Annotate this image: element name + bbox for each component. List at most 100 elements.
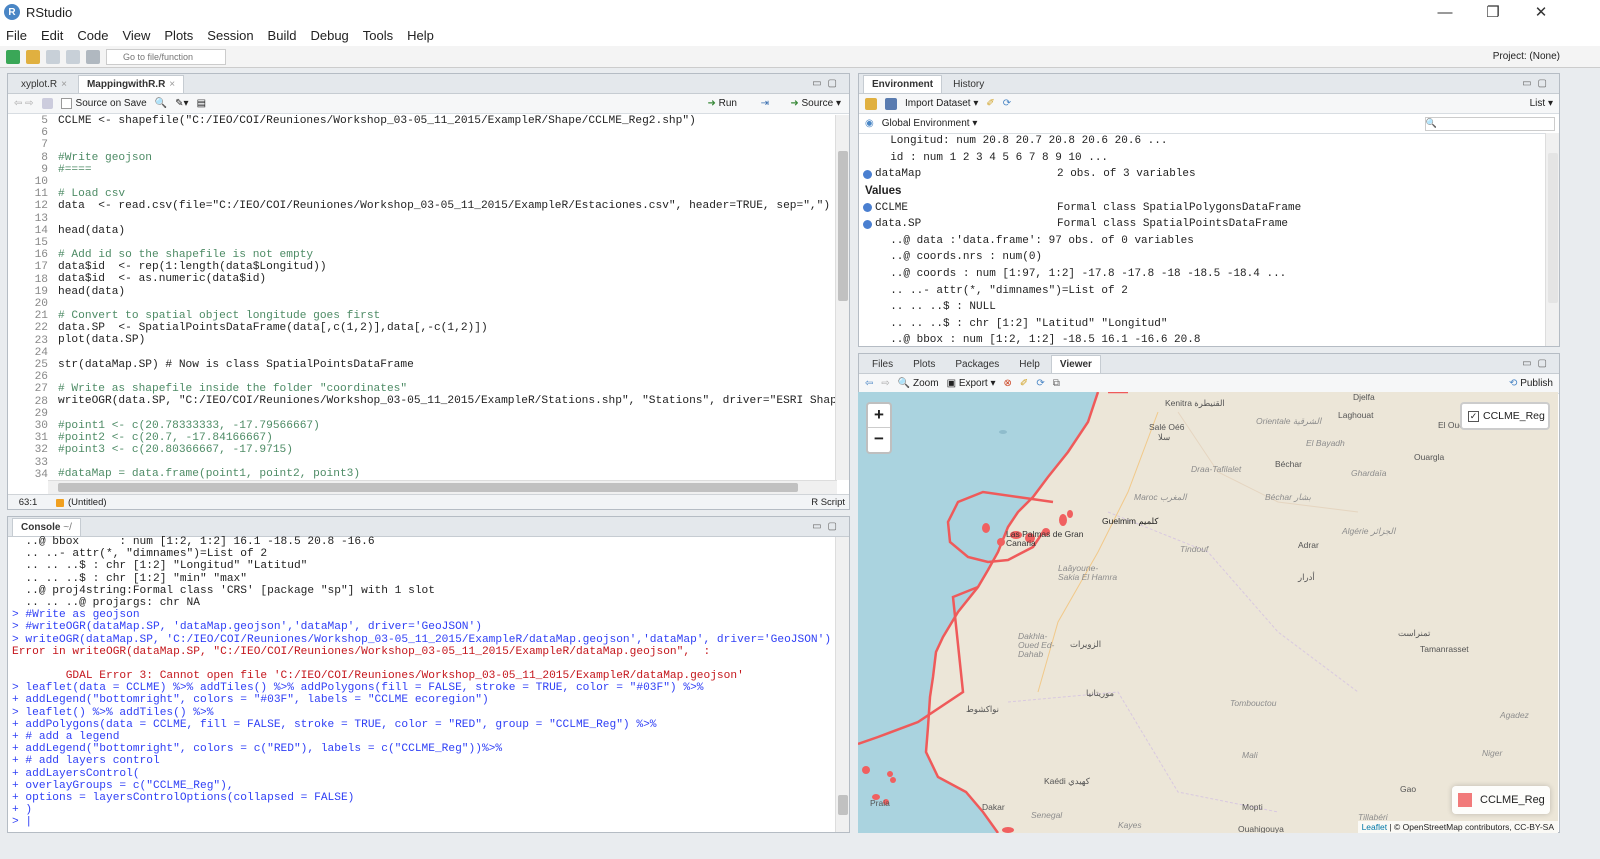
env-variable-row[interactable]: data.SP Formal class SpatialPointsDataFra… [861,216,1545,233]
source-on-save-label: Source on Save [75,98,147,110]
broom-icon[interactable]: ✐ [1020,378,1028,389]
save-icon[interactable] [41,98,53,109]
place-label: Algérie الجزائر [1342,526,1396,536]
code-line: #point1 <- c(20.78333333, -17.79566667) [58,419,320,432]
code-editor[interactable]: 5 6 7 8 9 10 11 12 13 14 15 16 17 18 19 20 21 22 23 24 25 26 2… [8,115,837,480]
source-button[interactable]: ➜ Source ▾ [790,98,841,109]
line-number: 6 [41,127,48,140]
env-variable-row[interactable]: dataMap 2 obs. of 3 variables [861,166,1545,183]
file-type-label[interactable]: R Script [811,497,845,508]
close-tab-icon[interactable]: × [169,79,175,90]
clear-icon[interactable]: ⊗ [1004,378,1012,389]
pane-minmax-icon[interactable]: ▭▢ [1522,78,1553,89]
tab-mappingwithr[interactable]: MappingwithR.R × [77,75,185,93]
menu-help[interactable]: Help [407,28,434,43]
menu-build[interactable]: Build [268,28,297,43]
menu-debug[interactable]: Debug [310,28,348,43]
restore-button[interactable]: ❐ [1470,0,1516,24]
minimize-button[interactable]: — [1422,0,1468,24]
editor-hscrollbar[interactable] [48,480,837,494]
pane-minmax-icon[interactable]: ▭▢ [1522,358,1553,369]
scroll-thumb[interactable] [838,151,848,301]
place-label: Adrar [1298,540,1319,550]
import-dataset-button[interactable]: Import Dataset ▾ [905,98,978,109]
goto-file-input[interactable] [106,48,226,65]
project-menu[interactable]: Project: (None) [1493,51,1560,62]
back-icon[interactable]: ⇦ ⇨ [14,98,34,109]
env-search-input[interactable] [1425,116,1555,131]
rerun-icon[interactable]: ⇥ [761,98,769,109]
publish-button[interactable]: ⟲ Publish [1509,378,1553,389]
save-workspace-icon[interactable] [885,97,897,110]
zoom-button[interactable]: 🔍 Zoom [898,378,939,389]
console-vscrollbar[interactable] [835,537,849,832]
back-arrow-icon[interactable]: ⇦ [865,378,873,389]
publish-label: Publish [1520,378,1553,389]
list-view-button[interactable]: List ▾ [1530,98,1553,109]
scope-select[interactable]: Global Environment ▾ [882,118,978,129]
broom-icon[interactable]: ✐ [986,98,994,109]
menu-file[interactable]: File [6,28,27,43]
import-label: Import Dataset [905,98,971,109]
save-all-icon[interactable] [66,49,80,64]
wand-icon[interactable]: ✎▾ [175,98,188,109]
refresh-icon[interactable]: ⟳ [1036,378,1044,389]
source-on-save-checkbox[interactable]: Source on Save [60,97,147,110]
export-icon: ▣ [946,378,959,389]
layer-checkbox[interactable]: ✓ [1468,410,1479,422]
tab-console[interactable]: Console ~/ [12,518,81,536]
editor-vscrollbar[interactable] [835,115,849,480]
close-tab-icon[interactable]: × [61,79,67,90]
scroll-thumb[interactable] [1548,153,1558,303]
pane-minmax-icon[interactable]: ▭▢ [812,78,843,89]
expand-icon[interactable] [863,219,872,229]
tab-help[interactable]: Help [1010,355,1049,373]
menu-tools[interactable]: Tools [363,28,393,43]
console-line: + addLegend("bottomright", colors = "#03… [12,694,489,707]
expand-icon[interactable] [863,169,872,179]
open-file-icon[interactable] [26,49,40,64]
scope-label[interactable]: (Untitled) [68,497,107,508]
new-file-icon[interactable] [6,49,20,64]
print-icon[interactable] [86,49,100,64]
zoom-out-button[interactable]: − [868,428,890,452]
tab-files[interactable]: Files [863,355,902,373]
menu-view[interactable]: View [122,28,150,43]
outline-icon[interactable]: ▤ [197,98,206,109]
place-label: Gao [1400,784,1417,794]
console-line: .. .. ..$ : chr [1:2] "min" "max" [12,572,247,585]
menu-plots[interactable]: Plots [164,28,193,43]
refresh-icon[interactable]: ⟳ [1003,98,1011,109]
menu-edit[interactable]: Edit [41,28,63,43]
menu-code[interactable]: Code [77,28,108,43]
env-variable-row[interactable]: CCLME Formal class SpatialPolygonsDataFra… [861,199,1545,216]
popout-icon[interactable]: ⧉ [1053,378,1060,389]
menu-session[interactable]: Session [207,28,253,43]
expand-icon[interactable] [863,203,872,213]
tab-xyplot[interactable]: xyplot.R × [12,75,76,93]
place-label: الزويرات [1070,639,1102,649]
search-icon[interactable]: 🔍 [155,98,167,109]
tab-environment[interactable]: Environment [863,75,943,93]
leaflet-link[interactable]: Leaflet [1362,822,1388,832]
save-icon[interactable] [46,49,60,64]
zoom-in-button[interactable]: + [868,404,890,428]
line-number: 19 [34,285,48,298]
hscroll-thumb[interactable] [58,483,798,492]
title-bar: R RStudio — ❐ ✕ [0,0,1600,24]
leaflet-map[interactable]: Kenitra القنيطرة Salé Oé6 سلا Laghouat E… [858,392,1558,833]
env-vscrollbar[interactable] [1545,133,1559,346]
tab-packages[interactable]: Packages [946,355,1008,373]
console-output[interactable]: ..@ bbox : num [1:2, 1:2] 16.1 -18.5 20.… [12,536,834,832]
rstudio-window: R RStudio — ❐ ✕ File Edit Code View Plot… [0,0,1600,859]
load-workspace-icon[interactable] [865,97,877,110]
tab-plots[interactable]: Plots [904,355,944,373]
pane-minmax-icon[interactable]: ▭▢ [812,521,843,532]
close-button[interactable]: ✕ [1518,0,1564,24]
tab-history[interactable]: History [944,75,993,93]
forward-arrow-icon[interactable]: ⇨ [881,378,889,389]
scroll-thumb[interactable] [838,795,848,815]
tab-viewer[interactable]: Viewer [1050,355,1101,373]
run-button[interactable]: ➜ Run [707,98,737,109]
export-button[interactable]: ▣ Export ▾ [947,378,996,389]
